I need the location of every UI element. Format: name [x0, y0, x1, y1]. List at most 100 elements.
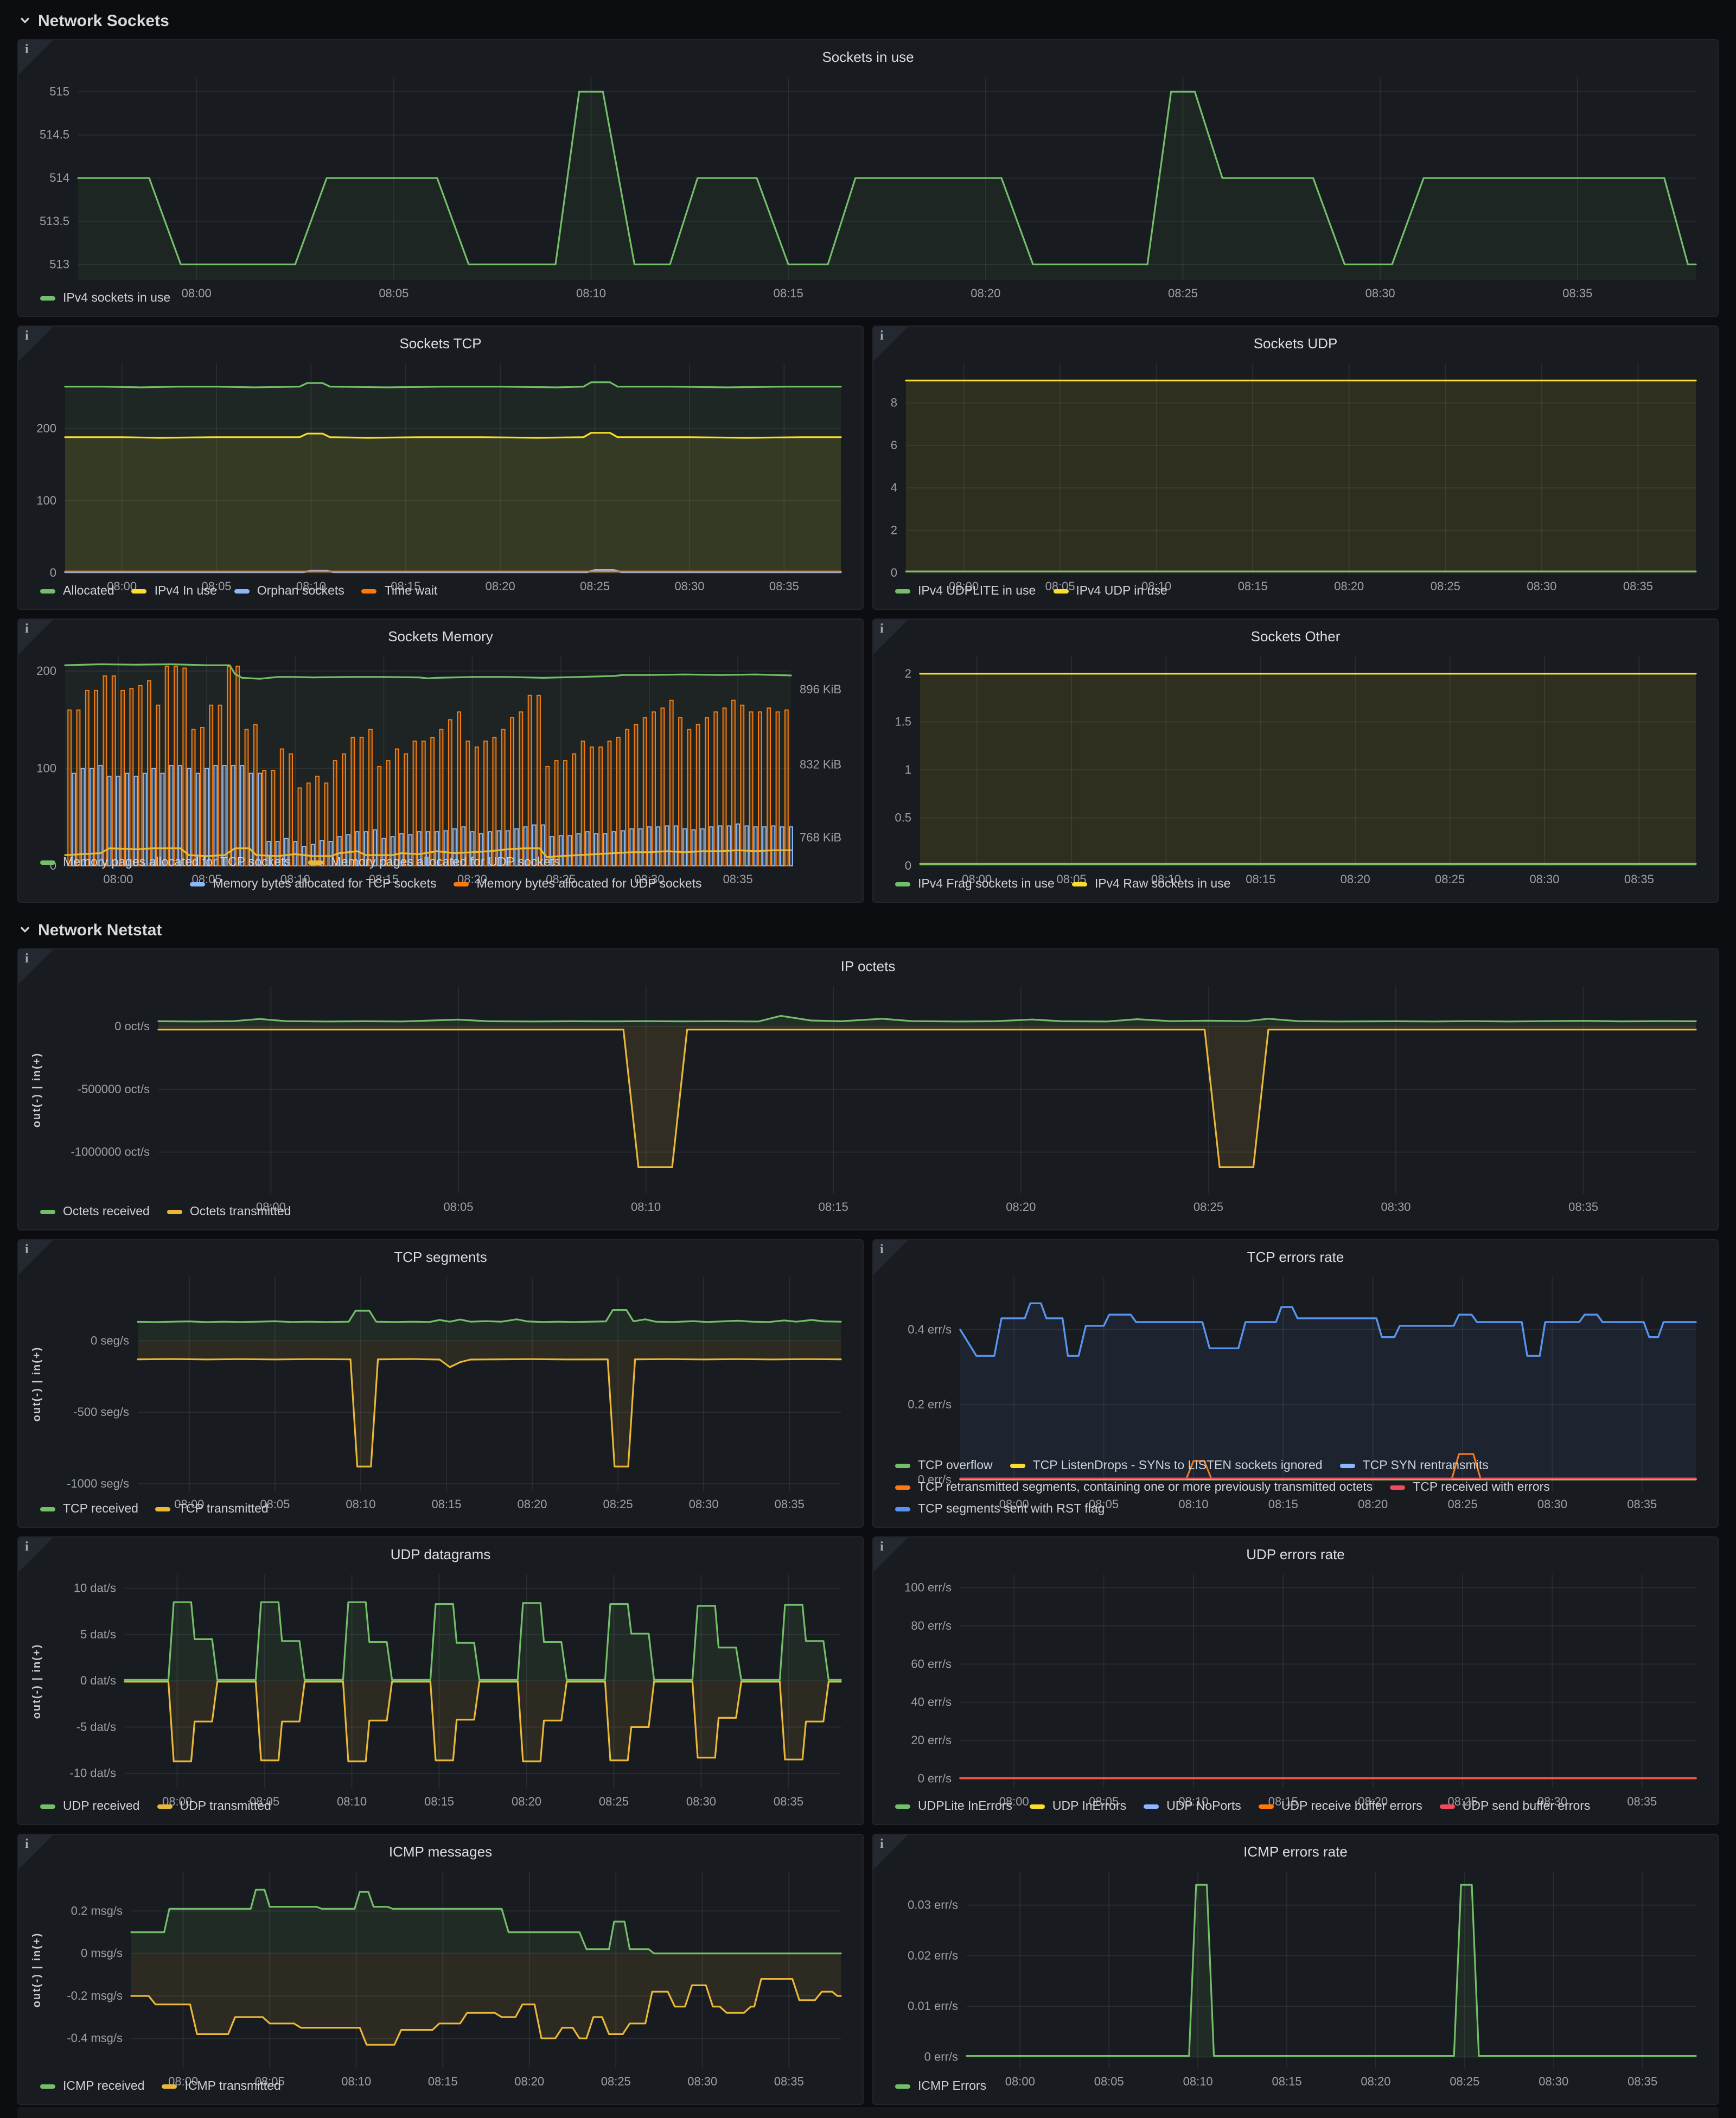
panel-ip-octets: i IP octets 0 oct/s-500000 oct/s-1000000…	[17, 948, 1719, 1230]
row-header-network-sockets[interactable]: Network Sockets	[17, 2, 1719, 39]
legend-item[interactable]: IPv4 Frag sockets in use	[895, 878, 1055, 891]
legend-item[interactable]: TCP SYN rentransmits	[1340, 1459, 1489, 1472]
panel-title[interactable]: Sockets Memory	[29, 626, 852, 648]
chart-icmp-errors-rate[interactable]: 0 err/s0.01 err/s0.02 err/s0.03 err/s08:…	[884, 1863, 1707, 2075]
legend-label: TCP received with errors	[1413, 1481, 1550, 1494]
legend-item[interactable]: TCP ListenDrops - SYNs to LISTEN sockets…	[1010, 1459, 1323, 1472]
panel-title[interactable]: TCP errors rate	[884, 1247, 1707, 1268]
legend-item[interactable]: UDP NoPorts	[1144, 1800, 1241, 1813]
legend-item[interactable]: UDP transmitted	[157, 1800, 271, 1813]
collapsed-row-edge[interactable]	[17, 2107, 1719, 2118]
svg-text:10 dat/s: 10 dat/s	[74, 1581, 116, 1595]
legend-item[interactable]: UDP received	[40, 1800, 140, 1813]
legend-item[interactable]: Orphan sockets	[234, 585, 344, 598]
legend-item[interactable]: TCP segments sent with RST flag	[895, 1503, 1105, 1516]
chart-canvas-ip-octets[interactable]: 0 oct/s-500000 oct/s-1000000 oct/s08:000…	[29, 978, 1707, 1217]
legend: IPv4 UDPLITE in use IPv4 UDP in use	[884, 579, 1707, 600]
svg-text:-500000 oct/s: -500000 oct/s	[78, 1082, 150, 1096]
panel-title[interactable]: TCP segments	[29, 1247, 852, 1268]
legend-item[interactable]: UDP InErrors	[1030, 1800, 1126, 1813]
series-ipv4-raw-sockets-in-use	[920, 674, 1696, 866]
chart-canvas-sockets-other[interactable]: 00.511.5208:0008:0508:1008:1508:2008:250…	[884, 648, 1707, 890]
panel-sockets-tcp: i Sockets TCP 010020008:0008:0508:1008:1…	[17, 326, 864, 610]
gridlines	[967, 1872, 1696, 2068]
panel-title[interactable]: Sockets Other	[884, 626, 1707, 648]
panel-title[interactable]: UDP errors rate	[884, 1544, 1707, 1566]
chart-canvas-tcp-segments[interactable]: 0 seg/s-500 seg/s-1000 seg/s08:0008:0508…	[29, 1268, 852, 1515]
legend-item[interactable]: ICMP transmitted	[162, 2080, 280, 2093]
legend-item[interactable]: TCP retransmitted segments, containing o…	[895, 1481, 1373, 1494]
legend-label: Memory bytes allocated for TCP sockets	[213, 878, 436, 891]
panel-title[interactable]: Sockets in use	[29, 47, 1707, 68]
panel-title[interactable]: IP octets	[29, 956, 1707, 978]
row-title: Network Netstat	[38, 921, 162, 939]
row-title: Network Sockets	[38, 11, 169, 30]
legend-item[interactable]: IPv4 UDP in use	[1053, 585, 1167, 598]
row-header-network-netstat[interactable]: Network Netstat	[17, 911, 1719, 948]
legend-item[interactable]: IPv4 UDPLITE in use	[895, 585, 1036, 598]
legend-item[interactable]: ICMP Errors	[895, 2080, 986, 2093]
axes: 0 seg/s-500 seg/s-1000 seg/s08:0008:0508…	[31, 1334, 805, 1511]
svg-text:0.02 err/s: 0.02 err/s	[908, 1949, 958, 1962]
legend-item[interactable]: ICMP received	[40, 2080, 144, 2093]
legend-item[interactable]: IPv4 In use	[132, 585, 217, 598]
series-color-marker	[162, 2084, 177, 2089]
legend-item[interactable]: TCP transmitted	[156, 1503, 269, 1516]
series-color-marker	[190, 882, 205, 886]
legend-item[interactable]: Memory bytes allocated for UDP sockets	[454, 878, 702, 891]
legend-item[interactable]: Octets received	[40, 1205, 150, 1219]
legend-item[interactable]: Memory pages allocated for UDP sockets	[308, 856, 560, 869]
legend-item[interactable]: IPv4 sockets in use	[40, 292, 170, 305]
svg-text:40 err/s: 40 err/s	[911, 1695, 952, 1709]
chart-canvas-sockets-in-use[interactable]: 513513.5514514.551508:0008:0508:1008:150…	[29, 68, 1707, 304]
legend-item[interactable]: UDPLite InErrors	[895, 1800, 1012, 1813]
chart-canvas-sockets-tcp[interactable]: 010020008:0008:0508:1008:1508:2008:2508:…	[29, 355, 852, 597]
chart-udp-errors-rate[interactable]: 0 err/s20 err/s40 err/s60 err/s80 err/s1…	[884, 1566, 1707, 1795]
chart-udp-datagrams[interactable]: 10 dat/s5 dat/s0 dat/s-5 dat/s-10 dat/s0…	[29, 1566, 852, 1795]
legend-item[interactable]: TCP received with errors	[1390, 1481, 1550, 1494]
legend-item[interactable]: Memory pages allocated for TCP sockets	[40, 856, 291, 869]
series-color-marker	[454, 882, 469, 886]
chart-sockets-in-use[interactable]: 513513.5514514.551508:0008:0508:1008:150…	[29, 68, 1707, 286]
panel-title[interactable]: UDP datagrams	[29, 1544, 852, 1566]
svg-text:1.5: 1.5	[895, 714, 911, 728]
chart-tcp-segments[interactable]: 0 seg/s-500 seg/s-1000 seg/s08:0008:0508…	[29, 1268, 852, 1497]
chart-sockets-memory[interactable]: 0100200768 KiB832 KiB896 KiB08:0008:0508…	[29, 648, 852, 851]
legend-item[interactable]: TCP overflow	[895, 1459, 993, 1472]
panel-title[interactable]: Sockets UDP	[884, 333, 1707, 355]
chart-canvas-udp-errors-rate[interactable]: 0 err/s20 err/s40 err/s60 err/s80 err/s1…	[884, 1566, 1707, 1812]
legend-label: IPv4 UDP in use	[1076, 585, 1167, 598]
panel-icmp-messages: i ICMP messages 0.2 msg/s0 msg/s-0.2 msg…	[17, 1834, 864, 2105]
legend-item[interactable]: UDP receive buffer errors	[1259, 1800, 1422, 1813]
chart-sockets-tcp[interactable]: 010020008:0008:0508:1008:1508:2008:2508:…	[29, 355, 852, 579]
chart-canvas-udp-datagrams[interactable]: 10 dat/s5 dat/s0 dat/s-5 dat/s-10 dat/s0…	[29, 1566, 852, 1812]
series-color-marker	[40, 1804, 55, 1809]
legend-row: IPv4 Frag sockets in use IPv4 Raw sockets…	[895, 876, 1707, 893]
legend-row: ICMP received ICMP transmitted	[40, 2078, 852, 2095]
svg-text:20 err/s: 20 err/s	[911, 1733, 952, 1747]
legend-label: TCP segments sent with RST flag	[918, 1503, 1105, 1516]
chart-sockets-udp[interactable]: 0246808:0008:0508:1008:1508:2008:2508:30…	[884, 355, 1707, 579]
chart-sockets-other[interactable]: 00.511.5208:0008:0508:1008:1508:2008:250…	[884, 648, 1707, 872]
legend-item[interactable]: Time wait	[362, 585, 438, 598]
legend-item[interactable]: TCP received	[40, 1503, 138, 1516]
chart-tcp-errors-rate[interactable]: 0 err/s0.2 err/s0.4 err/s08:0008:0508:10…	[884, 1268, 1707, 1454]
chart-canvas-icmp-messages[interactable]: 0.2 msg/s0 msg/s-0.2 msg/s-0.4 msg/s08:0…	[29, 1863, 852, 2092]
chart-ip-octets[interactable]: 0 oct/s-500000 oct/s-1000000 oct/s08:000…	[29, 978, 1707, 1200]
chart-canvas-sockets-udp[interactable]: 0246808:0008:0508:1008:1508:2008:2508:30…	[884, 355, 1707, 597]
panel-title[interactable]: ICMP messages	[29, 1841, 852, 1863]
legend-item[interactable]: Octets transmitted	[167, 1205, 291, 1219]
svg-text:0.5: 0.5	[895, 811, 911, 824]
legend-label: TCP transmitted	[178, 1503, 269, 1516]
legend-item[interactable]: Memory bytes allocated for TCP sockets	[190, 878, 436, 891]
panel-title[interactable]: Sockets TCP	[29, 333, 852, 355]
legend-item[interactable]: IPv4 Raw sockets in use	[1072, 878, 1231, 891]
panel-sockets-udp: i Sockets UDP 0246808:0008:0508:1008:150…	[872, 326, 1719, 610]
chart-icmp-messages[interactable]: 0.2 msg/s0 msg/s-0.2 msg/s-0.4 msg/s08:0…	[29, 1863, 852, 2075]
legend-item[interactable]: UDP send buffer errors	[1440, 1800, 1591, 1813]
legend-item[interactable]: Allocated	[40, 585, 114, 598]
legend-label: TCP received	[63, 1503, 138, 1516]
chart-canvas-icmp-errors-rate[interactable]: 0 err/s0.01 err/s0.02 err/s0.03 err/s08:…	[884, 1863, 1707, 2092]
series-ipv4-in-use	[65, 433, 841, 573]
panel-title[interactable]: ICMP errors rate	[884, 1841, 1707, 1863]
